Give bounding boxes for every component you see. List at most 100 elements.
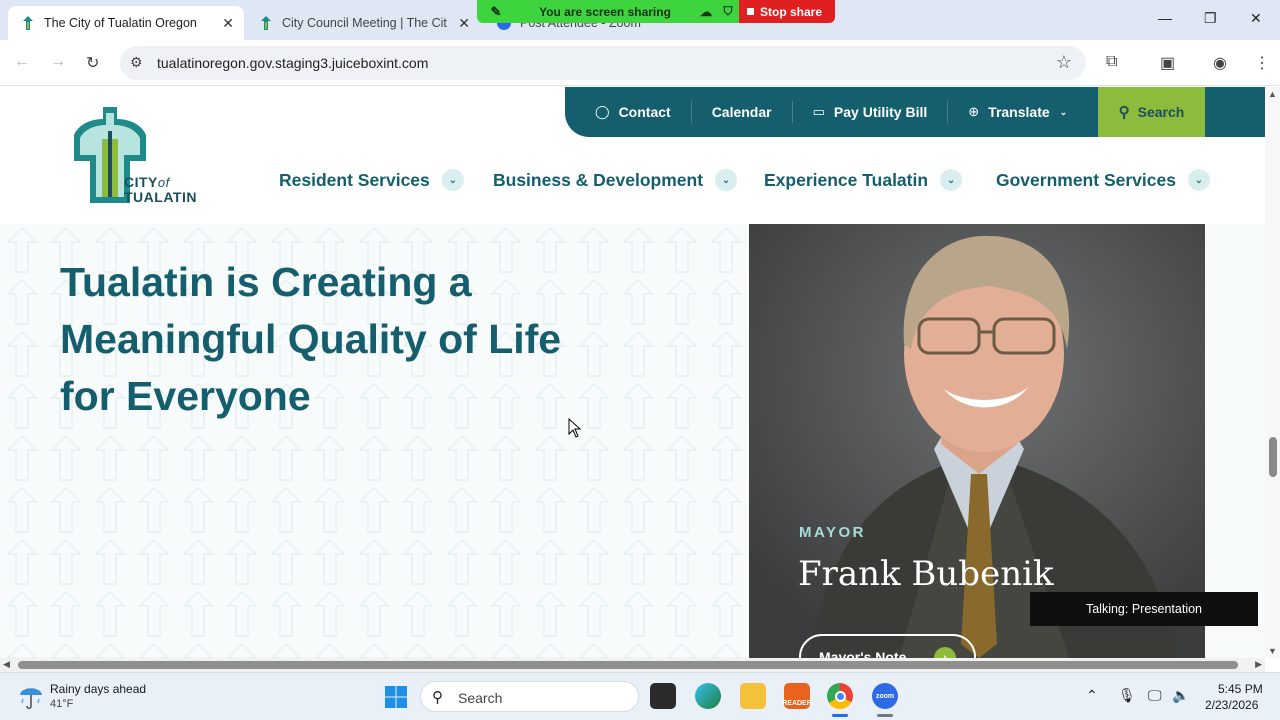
utility-nav: ◯ Contact Calendar ▭ Pay Utility Bill ⊕ …: [565, 87, 1098, 137]
logo-name-text: TUALATIN: [124, 189, 197, 205]
logo-of-text: of: [157, 175, 170, 190]
screen-share-banner: ✎ You are screen sharing ☁ ⛉ Stop share: [477, 0, 835, 23]
scroll-right-icon[interactable]: ▶: [1255, 659, 1262, 670]
tab-label: The City of Tualatin Oregon: [44, 16, 197, 30]
zoom-talking-indicator: Talking: Presentation: [1030, 592, 1258, 626]
translate-label: Translate: [988, 104, 1050, 120]
cloud-icon: ☁: [700, 4, 712, 19]
pin-icon[interactable]: ✎: [477, 4, 515, 20]
close-icon[interactable]: ✕: [222, 15, 234, 32]
scroll-left-icon[interactable]: ◀: [3, 659, 10, 670]
kebab-menu-icon[interactable]: ⋮: [1254, 53, 1270, 73]
zoom-icon[interactable]: zoom: [872, 683, 898, 709]
zoom-running-indicator: [877, 714, 893, 717]
translate-dropdown[interactable]: ⊕ Translate ⌄: [948, 101, 1087, 123]
clock-date[interactable]: 2/23/2026: [1205, 698, 1258, 712]
globe-icon: ⊕: [968, 104, 980, 119]
search-label: Search: [1137, 104, 1185, 120]
stop-share-label: Stop share: [760, 4, 823, 19]
chat-bubble-icon: ◯: [595, 104, 610, 119]
logo-city-text: CITY: [124, 174, 158, 190]
site-info-icon[interactable]: ⚙: [130, 54, 143, 71]
window-close-icon[interactable]: ✕: [1250, 10, 1262, 27]
tualatin-favicon-icon: [20, 15, 36, 31]
nav-government-services[interactable]: Government Services ⌄: [996, 169, 1210, 191]
reload-icon[interactable]: ↻: [86, 53, 99, 73]
credit-card-icon: ▭: [812, 104, 825, 119]
vertical-scrollbar[interactable]: ▲ ▼: [1265, 87, 1280, 658]
pay-utility-bill-link[interactable]: ▭ Pay Utility Bill: [793, 101, 949, 123]
utility-bar-end: [1205, 87, 1265, 137]
vertical-scroll-thumb[interactable]: [1269, 437, 1277, 477]
tab-city-council[interactable]: City Council Meeting | The City ✕: [246, 6, 480, 40]
contact-label: Contact: [618, 104, 671, 120]
city-logo[interactable]: CITYof TUALATIN: [60, 105, 210, 207]
share-status-text: You are screen sharing: [539, 4, 671, 19]
minimize-icon[interactable]: —: [1158, 10, 1172, 26]
chrome-active-indicator: [832, 714, 848, 717]
search-button[interactable]: ⚲ Search: [1098, 87, 1205, 137]
file-explorer-icon[interactable]: [740, 683, 766, 709]
cast-search-icon[interactable]: ▣: [1160, 53, 1175, 73]
network-icon[interactable]: 🖵: [1148, 687, 1162, 704]
nav-business-development[interactable]: Business & Development ⌄: [493, 169, 738, 191]
chevron-down-icon[interactable]: ⌄: [715, 169, 738, 191]
puzzle-icon[interactable]: ⧉: [1106, 53, 1117, 71]
nav-label: Business & Development: [493, 169, 704, 190]
chevron-down-icon: ⌄: [1059, 106, 1068, 117]
pay-utility-bill-label: Pay Utility Bill: [833, 104, 928, 120]
calendar-label: Calendar: [711, 104, 772, 120]
clock-time[interactable]: 5:45 PM: [1218, 682, 1263, 696]
volume-icon[interactable]: 🔈: [1172, 687, 1189, 704]
zoom-label: zoom: [875, 692, 895, 700]
nav-label: Government Services: [996, 169, 1176, 190]
restore-icon[interactable]: ❐: [1204, 10, 1217, 27]
scroll-down-icon[interactable]: ▼: [1268, 646, 1277, 656]
edge-icon[interactable]: [695, 683, 721, 709]
task-view-icon[interactable]: [650, 683, 676, 709]
mayors-note-label: Mayor's Note: [819, 649, 907, 658]
hero-title: Tualatin is Creating a Meaningful Qualit…: [60, 259, 562, 419]
mayor-name: Frank Bubenik: [798, 554, 1054, 594]
browser-tab-strip: The City of Tualatin Oregon ✕ City Counc…: [0, 0, 1280, 40]
profile-icon[interactable]: ◉: [1213, 53, 1227, 73]
chrome-icon[interactable]: [827, 683, 853, 709]
tab-tualatin-home[interactable]: The City of Tualatin Oregon ✕: [8, 6, 244, 40]
weather-title[interactable]: Rainy days ahead: [50, 682, 146, 696]
nav-resident-services[interactable]: Resident Services ⌄: [279, 169, 464, 191]
taskbar-search-placeholder: Search: [458, 690, 503, 706]
umbrella-rain-icon[interactable]: [18, 682, 44, 710]
search-icon: ⚲: [432, 689, 443, 706]
weather-temp[interactable]: 41°F: [50, 698, 73, 710]
chevron-down-icon[interactable]: ⌄: [1187, 169, 1210, 191]
nav-experience-tualatin[interactable]: Experience Tualatin ⌄: [764, 169, 963, 191]
share-status: ✎ You are screen sharing ☁ ⛉: [477, 0, 739, 23]
chevron-down-icon[interactable]: ⌄: [940, 169, 963, 191]
nav-label: Resident Services: [279, 169, 430, 190]
reader-label: READER: [782, 700, 812, 707]
chevron-down-icon[interactable]: ⌄: [441, 169, 464, 191]
mayor-label: MAYOR: [799, 524, 866, 541]
shield-icon: ⛉: [723, 4, 733, 18]
mayors-note-button[interactable]: Mayor's Note ›: [799, 634, 976, 658]
stop-share-button[interactable]: Stop share: [739, 0, 835, 23]
star-icon[interactable]: ☆: [1056, 52, 1072, 73]
contact-link[interactable]: ◯ Contact: [565, 101, 692, 123]
taskbar-search-box[interactable]: ⚲ Search: [420, 681, 639, 712]
horizontal-scroll-thumb[interactable]: [18, 661, 1238, 669]
windows-taskbar: Rainy days ahead 41°F ⚲ Search READER zo…: [0, 672, 1280, 720]
chevron-up-icon[interactable]: ⌃: [1086, 687, 1098, 704]
windows-start-icon[interactable]: [384, 685, 408, 709]
calendar-link[interactable]: Calendar: [692, 101, 793, 123]
omnibox[interactable]: ⚙ tualatinoregon.gov.staging3.juiceboxin…: [120, 46, 1086, 80]
reader-icon[interactable]: READER: [782, 683, 812, 709]
forward-arrow-icon[interactable]: →: [50, 53, 66, 71]
horizontal-scrollbar[interactable]: ◀ ▶: [0, 658, 1265, 672]
mouse-cursor-icon: [568, 418, 582, 438]
stop-square-icon: [747, 8, 754, 15]
url-text[interactable]: tualatinoregon.gov.staging3.juiceboxint.…: [157, 55, 428, 71]
scroll-up-icon[interactable]: ▲: [1268, 89, 1277, 99]
microphone-icon[interactable]: 🎙: [1118, 687, 1136, 704]
back-arrow-icon[interactable]: ←: [14, 53, 30, 71]
close-icon[interactable]: ✕: [458, 15, 470, 32]
